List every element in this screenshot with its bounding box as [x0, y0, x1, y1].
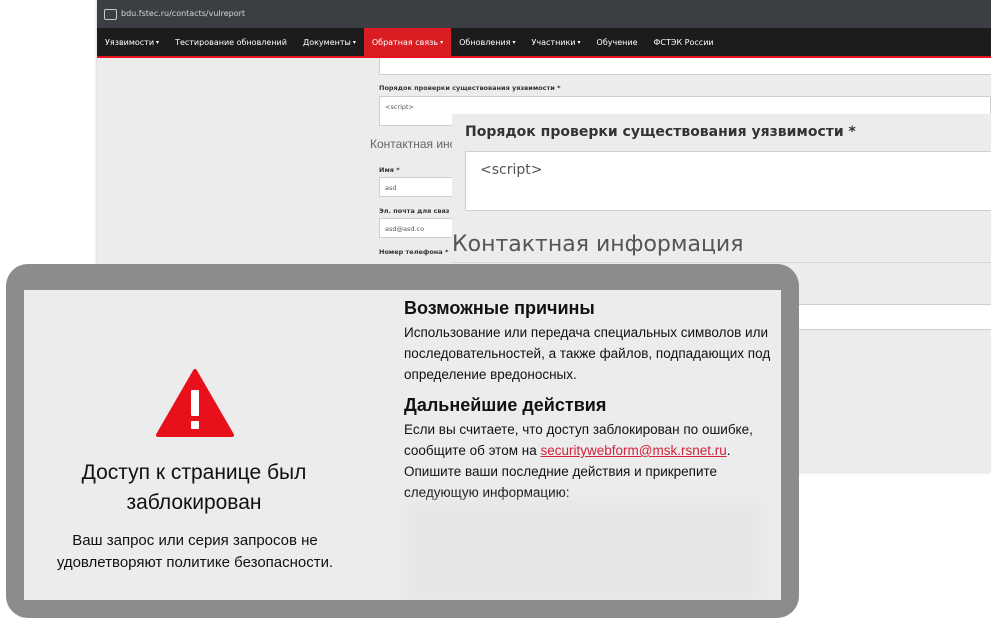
caret-down-icon: ▾ — [577, 38, 581, 46]
main-navigation: Уязвимости ▾ Тестирование обновлений Доку… — [97, 28, 991, 58]
blocked-title: Доступ к странице был заблокирован — [81, 461, 307, 514]
nav-item-label: Участники — [531, 37, 576, 47]
reasons-heading: Возможные причины — [404, 298, 595, 318]
warning-triangle-icon — [156, 369, 234, 437]
nav-item-training[interactable]: Обучение — [589, 28, 646, 56]
blocked-page-content: Доступ к странице был заблокирован Ваш з… — [24, 290, 781, 600]
caret-down-icon: ▾ — [512, 38, 516, 46]
name-input[interactable]: asd — [379, 177, 459, 197]
zoom-check-order-label: Порядок проверки существования уязвимост… — [465, 124, 856, 140]
zoom-contact-section-heading: Контактная информация — [452, 232, 744, 257]
actions-text: Если вы считаете, что доступ заблокирова… — [404, 419, 780, 503]
phone-label: Номер телефона * — [379, 248, 449, 256]
nav-item-label: Обратная связь — [371, 37, 439, 47]
reasons-text: Использование или передача специальных с… — [404, 325, 771, 382]
blocked-subtitle: Ваш запрос или серия запросов не удовлет… — [56, 532, 334, 571]
nav-item-vulnerabilities[interactable]: Уязвимости ▾ — [97, 28, 167, 56]
zoom-check-order-textarea[interactable]: <script> — [465, 151, 991, 211]
blocked-page-card: Доступ к странице был заблокирован Ваш з… — [6, 264, 799, 618]
nav-item-label: Обучение — [596, 37, 638, 47]
nav-item-label: Тестирование обновлений — [175, 37, 287, 47]
nav-item-updates[interactable]: Обновления ▾ — [451, 28, 523, 56]
check-order-label: Порядок проверки существования уязвимост… — [379, 84, 561, 92]
blurred-info-area — [408, 502, 758, 600]
nav-item-documents[interactable]: Документы ▾ — [295, 28, 364, 56]
address-bar[interactable]: bdu.fstec.ru/contacts/vulreport — [97, 0, 991, 28]
nav-item-label: Обновления — [459, 37, 511, 47]
nav-item-update-testing[interactable]: Тестирование обновлений — [167, 28, 295, 56]
nav-item-label: Документы — [302, 37, 351, 47]
url-text[interactable]: bdu.fstec.ru/contacts/vulreport — [121, 9, 245, 18]
email-label: Эл. почта для связ — [379, 207, 450, 215]
nav-item-label: Уязвимости — [105, 37, 155, 47]
caret-down-icon: ▾ — [440, 38, 444, 46]
divider — [452, 262, 991, 263]
nav-item-fstec[interactable]: ФСТЭК России — [646, 28, 722, 56]
previous-textarea[interactable] — [379, 58, 991, 75]
actions-heading: Дальнейшие действия — [404, 395, 607, 415]
security-email-link[interactable]: securitywebform@msk.rsnet.ru — [540, 443, 726, 458]
caret-down-icon: ▾ — [156, 38, 160, 46]
site-settings-icon[interactable] — [104, 9, 117, 20]
nav-item-label: ФСТЭК России — [653, 37, 714, 47]
email-input[interactable]: asd@asd.co — [379, 218, 459, 238]
nav-item-participants[interactable]: Участники ▾ — [524, 28, 589, 56]
name-label: Имя * — [379, 166, 400, 174]
caret-down-icon: ▾ — [352, 38, 356, 46]
contact-section-heading: Контактная инс — [370, 137, 456, 151]
nav-item-feedback[interactable]: Обратная связь ▾ — [363, 28, 452, 56]
